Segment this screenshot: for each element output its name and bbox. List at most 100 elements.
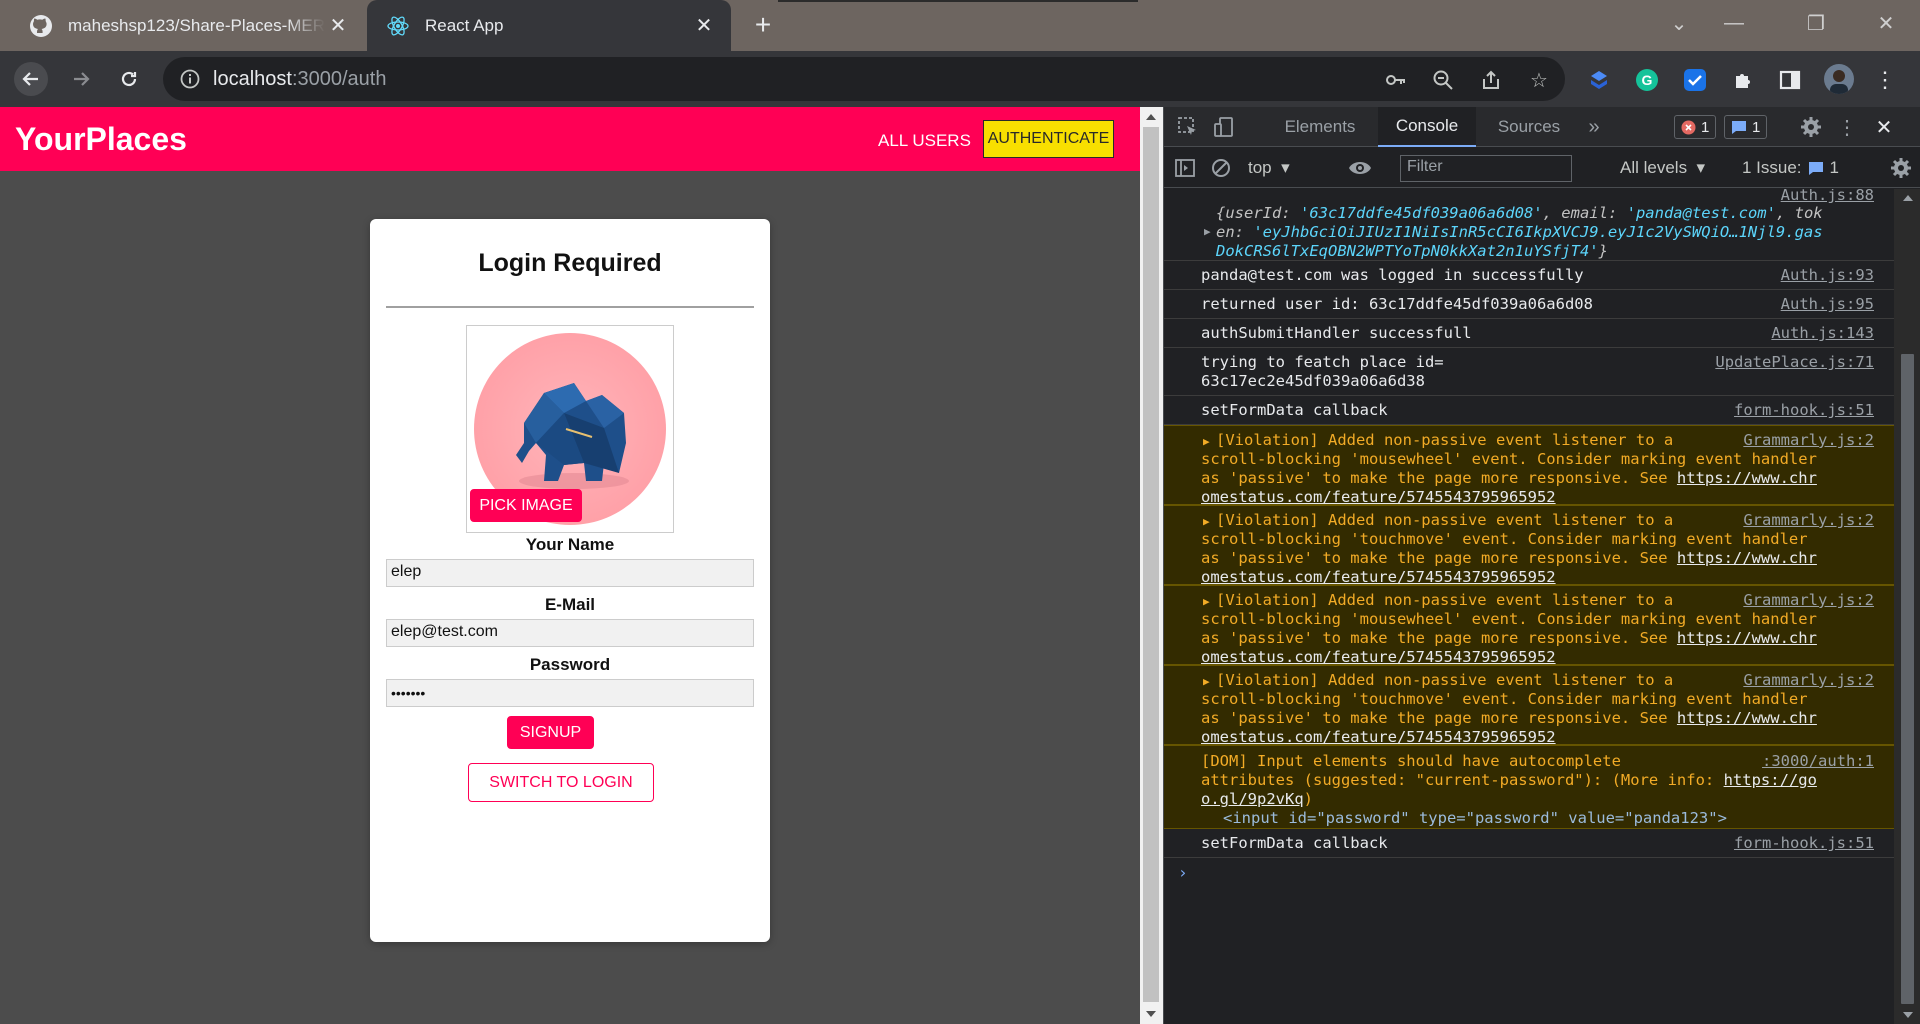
source-link[interactable]: Grammarly.js:2	[1743, 511, 1874, 530]
context-select[interactable]: top ▾	[1248, 157, 1290, 179]
message-text: setFormData callback	[1201, 834, 1388, 852]
nav-authenticate-link[interactable]: AUTHENTICATE	[983, 120, 1114, 158]
info-link[interactable]: https://www.chr	[1677, 549, 1817, 567]
console-message[interactable]: authSubmitHandler successfull Auth.js:14…	[1164, 319, 1894, 348]
window-close-icon[interactable]: ✕	[1866, 8, 1906, 38]
info-link[interactable]: https://www.chr	[1677, 629, 1817, 647]
source-link[interactable]: Auth.js:143	[1771, 324, 1874, 343]
scroll-up-arrow-icon[interactable]	[1146, 114, 1156, 120]
extension-icon[interactable]	[1586, 67, 1612, 93]
console-warning[interactable]: ▶ [Violation] Added non-passive event li…	[1164, 425, 1894, 506]
close-icon[interactable]: ✕	[325, 13, 351, 39]
close-icon[interactable]: ✕	[691, 13, 717, 39]
side-panel-icon[interactable]	[1777, 67, 1803, 93]
settings-gear-icon[interactable]	[1799, 115, 1823, 139]
scroll-up-arrow-icon[interactable]	[1903, 195, 1913, 201]
checkmark-extension-icon[interactable]	[1682, 67, 1708, 93]
console-prompt-icon[interactable]: ›	[1178, 863, 1188, 882]
source-link[interactable]: Auth.js:95	[1781, 295, 1874, 314]
expand-triangle-icon[interactable]: ▶	[1204, 225, 1211, 238]
zoom-out-icon[interactable]	[1431, 68, 1455, 92]
console-warning[interactable]: ▶ [Violation] Added non-passive event li…	[1164, 585, 1894, 666]
tab-console[interactable]: Console	[1378, 107, 1476, 147]
scroll-down-arrow-icon[interactable]	[1903, 1012, 1913, 1018]
info-link[interactable]: o.gl/9p2vKq	[1201, 790, 1304, 808]
brand-logo[interactable]: YourPlaces	[15, 121, 187, 158]
console-filter-input[interactable]: Filter	[1400, 155, 1572, 182]
signup-button[interactable]: SIGNUP	[507, 716, 594, 749]
error-count-badge[interactable]: 1	[1674, 115, 1717, 139]
minimize-icon[interactable]: —	[1714, 8, 1754, 38]
grammarly-icon[interactable]: G	[1634, 67, 1660, 93]
dom-element-snippet[interactable]: <input id="password" type="password" val…	[1223, 809, 1727, 828]
page-scrollbar[interactable]	[1140, 107, 1163, 1024]
kebab-menu-icon[interactable]: ⋮	[1872, 67, 1898, 93]
message-text: trying to featch place id=	[1201, 353, 1444, 371]
source-link[interactable]: Auth.js:88	[1781, 189, 1874, 205]
avatar[interactable]	[1824, 64, 1854, 94]
pick-image-button[interactable]: PICK IMAGE	[470, 489, 582, 522]
console-message[interactable]: returned user id: 63c17ddfe45df039a06a6d…	[1164, 290, 1894, 319]
expand-triangle-icon[interactable]: ▶	[1203, 675, 1210, 688]
console-warning[interactable]: ▶ [Violation] Added non-passive event li…	[1164, 665, 1894, 746]
email-input[interactable]: elep@test.com	[386, 619, 754, 647]
devtools-menu-icon[interactable]: ⋮	[1837, 115, 1857, 139]
more-tabs-icon[interactable]: »	[1582, 115, 1606, 139]
eye-icon[interactable]	[1348, 157, 1372, 179]
expand-triangle-icon[interactable]: ▶	[1203, 515, 1210, 528]
issues-button[interactable]: 1 Issue: 1	[1742, 157, 1839, 179]
console-message[interactable]: Auth.js:88 {userId: '63c17ddfe45df039a06…	[1164, 189, 1894, 261]
nav-all-users-link[interactable]: ALL USERS	[878, 131, 971, 151]
puzzle-icon[interactable]	[1730, 67, 1756, 93]
info-icon[interactable]	[179, 68, 201, 90]
info-link[interactable]: https://go	[1724, 771, 1817, 789]
expand-triangle-icon[interactable]: ▶	[1203, 595, 1210, 608]
source-link[interactable]: Grammarly.js:2	[1743, 431, 1874, 450]
device-toolbar-icon[interactable]	[1212, 115, 1236, 139]
tab-elements[interactable]: Elements	[1270, 107, 1370, 147]
switch-to-login-button[interactable]: SWITCH TO LOGIN	[468, 763, 654, 802]
info-link[interactable]: https://www.chr	[1677, 469, 1817, 487]
tab-sources[interactable]: Sources	[1482, 107, 1576, 147]
browser-tab-github[interactable]: maheshsp123/Share-Places-MERN ✕	[10, 0, 365, 51]
close-devtools-icon[interactable]: ✕	[1872, 115, 1896, 139]
reload-button[interactable]	[112, 62, 146, 96]
source-link[interactable]: form-hook.js:51	[1734, 834, 1874, 853]
console-scrollbar[interactable]	[1894, 189, 1920, 1024]
console-warning[interactable]: ▶ [Violation] Added non-passive event li…	[1164, 505, 1894, 586]
key-icon[interactable]	[1384, 68, 1408, 92]
inspect-element-icon[interactable]	[1176, 115, 1200, 139]
restore-icon[interactable]: ❐	[1796, 8, 1836, 38]
scroll-down-arrow-icon[interactable]	[1146, 1011, 1156, 1017]
back-button[interactable]	[14, 62, 48, 96]
source-link[interactable]: Grammarly.js:2	[1743, 671, 1874, 690]
log-levels-select[interactable]: All levels ▾	[1620, 157, 1705, 179]
expand-triangle-icon[interactable]: ▶	[1203, 435, 1210, 448]
browser-tab-react-app[interactable]: React App ✕	[367, 0, 731, 51]
info-link[interactable]: https://www.chr	[1677, 709, 1817, 727]
password-input[interactable]: •••••••	[386, 679, 754, 707]
source-link[interactable]: :3000/auth:1	[1762, 752, 1874, 771]
source-link[interactable]: UpdatePlace.js:71	[1715, 353, 1874, 372]
console-message[interactable]: setFormData callback form-hook.js:51	[1164, 829, 1894, 858]
share-icon[interactable]	[1479, 68, 1503, 92]
scrollbar-thumb[interactable]	[1143, 127, 1159, 1002]
message-count-badge[interactable]: 1	[1724, 115, 1768, 139]
forward-button[interactable]	[64, 62, 98, 96]
address-bar[interactable]: localhost:3000/auth ☆	[163, 57, 1565, 101]
new-tab-button[interactable]: +	[748, 9, 778, 40]
tab-search-icon[interactable]: ⌄	[1659, 8, 1699, 38]
console-warning[interactable]: [DOM] Input elements should have autocom…	[1164, 745, 1894, 829]
source-link[interactable]: form-hook.js:51	[1734, 401, 1874, 420]
console-message[interactable]: trying to featch place id= 63c17ec2e45df…	[1164, 348, 1894, 396]
source-link[interactable]: Auth.js:93	[1781, 266, 1874, 285]
sidebar-toggle-icon[interactable]	[1174, 157, 1196, 179]
console-message[interactable]: setFormData callback form-hook.js:51	[1164, 396, 1894, 425]
console-message[interactable]: panda@test.com was logged in successfull…	[1164, 261, 1894, 290]
console-settings-gear-icon[interactable]	[1889, 157, 1913, 179]
source-link[interactable]: Grammarly.js:2	[1743, 591, 1874, 610]
bookmark-star-icon[interactable]: ☆	[1527, 68, 1551, 92]
scrollbar-thumb[interactable]	[1901, 354, 1914, 1004]
clear-console-icon[interactable]	[1210, 157, 1232, 179]
name-input[interactable]: elep	[386, 559, 754, 587]
